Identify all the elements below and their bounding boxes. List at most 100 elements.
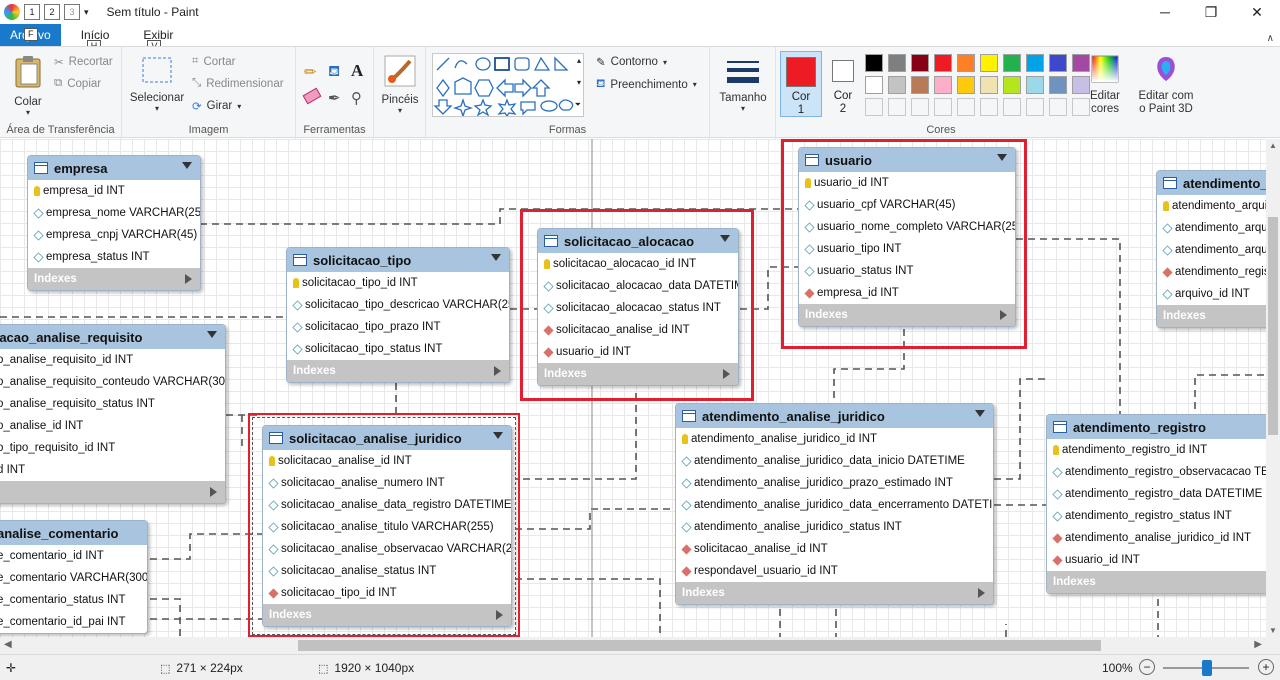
table-column-row[interactable]: atendimento_analise_juridico_status INT [676, 516, 993, 538]
table-column-row[interactable]: d INT [0, 459, 225, 481]
indexes-expand-icon[interactable] [494, 366, 501, 376]
palette-color-swatch[interactable] [957, 76, 975, 94]
table-column-row[interactable]: o_analise_id INT [0, 415, 225, 437]
table-atendimento-analise-juridico[interactable]: atendimento_analise_juridico atendimento… [675, 403, 994, 605]
table-header[interactable]: solicitacao_tipo [287, 248, 509, 272]
table-indexes[interactable]: Indexes [287, 360, 509, 382]
palette-color-swatch[interactable] [911, 76, 929, 94]
palette-color-swatch[interactable] [1026, 54, 1044, 72]
undo-icon[interactable]: 2 [44, 4, 60, 20]
magnifier-icon[interactable]: ⚲ [351, 89, 362, 107]
brushes-button[interactable]: Pincéis ▾ [378, 55, 422, 115]
indexes-expand-icon[interactable] [185, 274, 192, 284]
table-column-row[interactable]: atendimento_analise_juridico_prazo_estim… [676, 472, 993, 494]
scroll-up-icon[interactable]: ▲ [1269, 141, 1277, 150]
shapes-scroll-up-icon[interactable]: ▴ [577, 56, 581, 65]
size-button[interactable]: Tamanho ▾ [716, 57, 770, 113]
shapes-gallery[interactable]: ▴ ▾ ⏷ [432, 53, 584, 119]
zoom-out-button[interactable]: − [1139, 659, 1155, 675]
table-indexes[interactable] [0, 481, 225, 503]
paint3d-button[interactable]: Editar com o Paint 3D [1136, 55, 1196, 116]
indexes-expand-icon[interactable] [978, 588, 985, 598]
table-column-row[interactable]: atendimento_arqui [1157, 195, 1266, 217]
select-button[interactable]: Selecionar ▾ [128, 57, 186, 113]
table-collapse-icon[interactable] [975, 410, 985, 417]
table-column-row[interactable]: atendimento_analise_juridico_data_encerr… [676, 494, 993, 516]
scroll-left-icon[interactable]: ◀ [4, 639, 12, 650]
table-column-row[interactable]: atendimento_registro_id INT [1047, 439, 1266, 461]
zoom-slider-thumb[interactable] [1202, 660, 1212, 676]
table-column-row[interactable]: empresa_nome VARCHAR(255) [28, 202, 200, 224]
vertical-scroll-thumb[interactable] [1268, 217, 1278, 435]
eraser-icon[interactable] [302, 87, 322, 105]
scroll-right-icon[interactable]: ▶ [1254, 639, 1262, 650]
table-atendimento-registro[interactable]: atendimento_registro atendimento_registr… [1046, 414, 1266, 594]
redo-icon[interactable]: 3 [64, 4, 80, 20]
tab-view[interactable]: Exibir V [129, 24, 187, 53]
table-column-row[interactable]: solicitacao_tipo_id INT [287, 272, 509, 294]
color-picker-icon[interactable]: ✒ [328, 89, 341, 107]
palette-color-swatch[interactable] [888, 76, 906, 94]
custom-color-slot[interactable] [1026, 98, 1044, 116]
table-indexes[interactable]: Indexes [1047, 571, 1266, 593]
maximize-icon[interactable]: ❐ [1188, 0, 1234, 24]
table-column-row[interactable]: atendimento_registro_observacacao TEXT [1047, 461, 1266, 483]
table-column-row[interactable]: atendimento_analise_juridico_id INT [676, 428, 993, 450]
table-column-row[interactable]: solicitacao_tipo_prazo INT [287, 316, 509, 338]
fill-bucket-icon[interactable]: ⛾ [328, 63, 340, 82]
table-header[interactable]: atendimento_analise_juridico [676, 404, 993, 428]
table-column-row[interactable]: atendimento_analise_juridico_data_inicio… [676, 450, 993, 472]
crop-button[interactable]: ⌗ Cortar [192, 55, 235, 68]
table-header[interactable]: atendimento_ [1157, 171, 1266, 195]
table-column-row[interactable]: e_comentario_status INT [0, 589, 147, 611]
table-column-row[interactable]: atendimento_arqui [1157, 217, 1266, 239]
table-atendimento-arquivo[interactable]: atendimento_ atendimento_arqui atendiment… [1156, 170, 1266, 328]
table-column-row[interactable]: usuario_id INT [1047, 549, 1266, 571]
fill-button[interactable]: ⛾ Preenchimento ▾ [596, 77, 697, 92]
palette-color-swatch[interactable] [1049, 54, 1067, 72]
palette-color-swatch[interactable] [1049, 76, 1067, 94]
text-icon[interactable]: A [351, 61, 363, 81]
selection-rectangle[interactable] [252, 417, 516, 635]
table-column-row[interactable]: o_analise_requisito_status INT [0, 393, 225, 415]
table-indexes[interactable]: Indexes [28, 268, 200, 290]
custom-color-slot[interactable] [1049, 98, 1067, 116]
table-column-row[interactable]: o_analise_requisito_conteudo VARCHAR(300… [0, 371, 225, 393]
table-header[interactable]: tacao_analise_requisito [0, 325, 225, 349]
palette-color-swatch[interactable] [865, 54, 883, 72]
ribbon-collapse-icon[interactable]: ∧ [1267, 33, 1274, 44]
table-collapse-icon[interactable] [207, 331, 217, 338]
table-column-row[interactable]: empresa_cnpj VARCHAR(45) [28, 224, 200, 246]
scroll-down-icon[interactable]: ▼ [1269, 626, 1277, 635]
horizontal-scrollbar[interactable]: ◀ ▶ [0, 637, 1266, 654]
palette-color-swatch[interactable] [934, 76, 952, 94]
palette-color-swatch[interactable] [1003, 76, 1021, 94]
custom-color-slot[interactable] [865, 98, 883, 116]
horizontal-scroll-thumb[interactable] [298, 640, 1101, 651]
table-indexes[interactable]: Indexes [676, 582, 993, 604]
tab-file[interactable]: Arquivo F [0, 24, 61, 46]
table-collapse-icon[interactable] [491, 254, 501, 261]
table-column-row[interactable]: atendimento_registro_data DATETIME [1047, 483, 1266, 505]
table-column-row[interactable]: empresa_id INT [28, 180, 200, 202]
tab-home[interactable]: Início H [67, 24, 124, 53]
table-analise-requisito[interactable]: tacao_analise_requisito o_analise_requis… [0, 324, 226, 504]
palette-color-swatch[interactable] [1003, 54, 1021, 72]
table-column-row[interactable]: arquivo_id INT [1157, 283, 1266, 305]
table-header[interactable]: empresa [28, 156, 200, 180]
palette-color-swatch[interactable] [934, 54, 952, 72]
copy-button[interactable]: ⧉ Copiar [54, 77, 101, 90]
resize-button[interactable]: ⤡ Redimensionar [192, 77, 284, 90]
edit-colors-button[interactable]: Editar cores [1084, 55, 1126, 116]
color1-button[interactable]: Cor 1 [780, 51, 822, 117]
table-column-row[interactable]: solicitacao_tipo_descricao VARCHAR(255) [287, 294, 509, 316]
custom-color-slot[interactable] [957, 98, 975, 116]
table-column-row[interactable]: o_tipo_requisito_id INT [0, 437, 225, 459]
palette-color-swatch[interactable] [980, 54, 998, 72]
table-header[interactable]: analise_comentario [0, 521, 147, 545]
palette-color-swatch[interactable] [980, 76, 998, 94]
table-column-row[interactable]: solicitacao_analise_id INT [676, 538, 993, 560]
shapes-expand-icon[interactable]: ⏷ [575, 100, 581, 110]
zoom-in-button[interactable]: + [1258, 659, 1274, 675]
table-indexes[interactable]: Indexes [1157, 305, 1266, 327]
